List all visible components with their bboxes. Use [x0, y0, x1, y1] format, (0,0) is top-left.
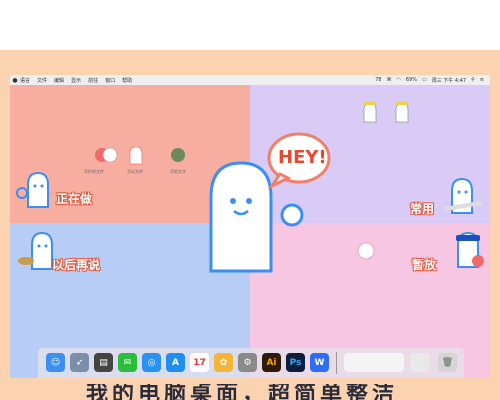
label-paused: 暂放	[412, 258, 437, 272]
menu-bar: ● 语言 文件 编辑 显示 前往 窗口 帮助 78 ⌘ ◠ 69% ▭ 周三 下…	[10, 75, 490, 85]
paused-file-icon[interactable]	[354, 241, 378, 263]
input-indicator[interactable]: 78	[375, 77, 381, 83]
icon-label-3: 写的文字	[170, 169, 186, 174]
menu-item-help[interactable]: 帮助	[122, 77, 132, 84]
clock[interactable]: 周三 下午 4:47	[432, 77, 466, 84]
safari-icon[interactable]: ◎	[142, 353, 161, 372]
downloads-icon[interactable]	[410, 353, 429, 372]
battery-percent[interactable]: 69%	[406, 77, 417, 83]
recent-documents-stack[interactable]	[344, 353, 404, 372]
label-common: 常用	[410, 202, 435, 216]
menu-item-view[interactable]: 显示	[71, 77, 81, 84]
notes-icon[interactable]: ▤	[94, 353, 113, 372]
photos-icon[interactable]: ✿	[214, 353, 233, 372]
ghost-paused-icon	[456, 231, 484, 268]
list-icon[interactable]: ≡	[480, 77, 484, 83]
ghost-working-icon	[16, 171, 49, 208]
battery-icon[interactable]: ▭	[422, 77, 427, 83]
trash-icon[interactable]: 🗑	[438, 353, 457, 372]
label-later: 以后再说	[52, 258, 101, 272]
hey-text: HEY!	[278, 147, 327, 168]
search-icon[interactable]: ⚲	[471, 77, 475, 83]
file-icon-plant	[171, 148, 185, 162]
wifi-icon[interactable]: ◠	[396, 77, 400, 83]
label-working: 正在做	[56, 192, 93, 206]
icon-label-2: 写论文的	[127, 169, 143, 174]
wechat-icon[interactable]: ✉	[118, 353, 137, 372]
file-icon-ghost	[129, 146, 143, 165]
illustrator-icon[interactable]: Ai	[262, 353, 281, 372]
wps-icon[interactable]: W	[310, 353, 329, 372]
file-icon-heart	[95, 147, 118, 163]
finder-icon[interactable]: ☺	[46, 353, 65, 372]
launchpad-icon[interactable]: ➶	[70, 353, 89, 372]
desktop-screen: ● 语言 文件 编辑 显示 前往 窗口 帮助 78 ⌘ ◠ 69% ▭ 周三 下…	[10, 75, 490, 378]
menu-item-language[interactable]: 语言	[20, 77, 30, 84]
photoshop-icon[interactable]: Ps	[286, 353, 305, 372]
dock: ☺ ➶ ▤ ✉ ◎ A 17 ✿ ⚙ Ai Ps W 🗑	[38, 348, 464, 378]
settings-icon[interactable]: ⚙	[238, 353, 257, 372]
appstore-icon[interactable]: A	[166, 353, 185, 372]
apple-icon[interactable]: ●	[10, 77, 20, 84]
dock-divider	[336, 352, 337, 374]
keyboard-icon[interactable]: ⌘	[386, 77, 391, 83]
menu-item-window[interactable]: 窗口	[105, 77, 115, 84]
caption-text: 我的电脑桌面，超简单整洁	[86, 384, 399, 400]
calendar-icon[interactable]: 17	[190, 353, 209, 372]
status-area: 78 ⌘ ◠ 69% ▭ 周三 下午 4:47 ⚲ ≡	[375, 77, 490, 84]
ghost-common-icon	[444, 177, 482, 214]
menu-item-go[interactable]: 前往	[88, 77, 98, 84]
desktop-shortcut-icons[interactable]	[362, 99, 422, 133]
menu-item-edit[interactable]: 编辑	[54, 77, 64, 84]
menu-item-file[interactable]: 文件	[37, 77, 47, 84]
icon-label-1: 写好的文件	[84, 169, 104, 174]
